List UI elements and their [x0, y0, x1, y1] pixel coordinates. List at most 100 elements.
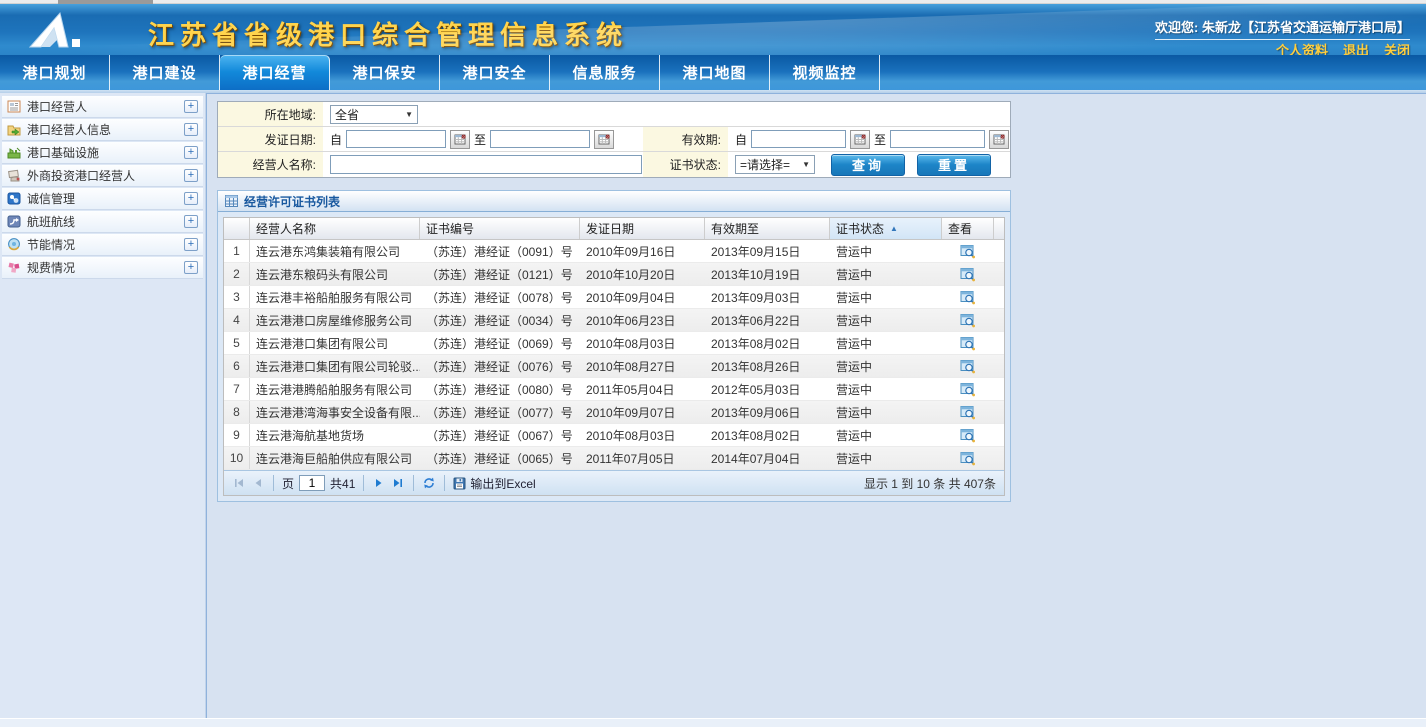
- sidebar-item-7[interactable]: 节能情况+: [2, 234, 203, 256]
- view-button[interactable]: [942, 447, 994, 469]
- table-row[interactable]: 5连云港港口集团有限公司（苏连）港经证（0069）号2010年08月03日201…: [224, 332, 1004, 355]
- table-row[interactable]: 8连云港港湾海事安全设备有限...（苏连）港经证（0077）号2010年09月0…: [224, 401, 1004, 424]
- prev-page-icon[interactable]: [251, 476, 265, 490]
- nav-tab-2[interactable]: 港口建设: [110, 55, 220, 90]
- sidebar-item-2[interactable]: 港口经营人信息+: [2, 119, 203, 141]
- last-page-icon[interactable]: [391, 476, 405, 490]
- view-button[interactable]: [942, 286, 994, 308]
- calendar-button[interactable]: [594, 130, 614, 149]
- page-number-input[interactable]: [299, 475, 325, 491]
- cell-operator-name: 连云港海航基地货场: [250, 424, 420, 446]
- nav-tab-8[interactable]: 视频监控: [770, 55, 880, 90]
- cell-operator-name: 连云港港口房屋维修服务公司: [250, 309, 420, 331]
- export-excel-button[interactable]: 输出到Excel: [453, 475, 535, 492]
- expand-plus-button[interactable]: +: [184, 192, 198, 205]
- validity-label: 有效期:: [643, 127, 728, 151]
- validity-to-input[interactable]: [890, 130, 985, 148]
- nav-tab-6[interactable]: 信息服务: [550, 55, 660, 90]
- table-row[interactable]: 4连云港港口房屋维修服务公司（苏连）港经证（0034）号2010年06月23日2…: [224, 309, 1004, 332]
- sidebar-item-4[interactable]: 外商投资港口经营人+: [2, 165, 203, 187]
- cell-cert-number: （苏连）港经证（0069）号: [420, 332, 580, 354]
- cell-operator-name: 连云港港口集团有限公司: [250, 332, 420, 354]
- footer-strip: [0, 718, 1426, 727]
- column-header-5[interactable]: 证书状态▲: [830, 218, 942, 239]
- region-select-value: 全省: [335, 106, 359, 123]
- pager-divider: [273, 475, 274, 491]
- expand-plus-button[interactable]: +: [184, 238, 198, 251]
- header-link-3[interactable]: 关闭: [1384, 40, 1410, 55]
- expand-plus-button[interactable]: +: [184, 123, 198, 136]
- sidebar-item-6[interactable]: 航班航线+: [2, 211, 203, 233]
- header-link-1[interactable]: 个人资料: [1276, 40, 1328, 55]
- sidebar-item-label: 港口基础设施: [27, 144, 99, 161]
- region-select[interactable]: 全省 ▼: [330, 105, 418, 124]
- record-count-summary: 显示 1 到 10 条 共 407条: [864, 475, 996, 492]
- refresh-icon[interactable]: [422, 476, 436, 490]
- query-button[interactable]: 查询: [831, 154, 905, 176]
- sidebar: 港口经营人+港口经营人信息+港口基础设施+外商投资港口经营人+诚信管理+航班航线…: [0, 93, 206, 718]
- sidebar-item-3[interactable]: 港口基础设施 +: [2, 142, 203, 164]
- expand-plus-button[interactable]: +: [184, 261, 198, 274]
- view-button[interactable]: [942, 378, 994, 400]
- row-number: 1: [224, 240, 250, 262]
- nav-tab-7[interactable]: 港口地图: [660, 55, 770, 90]
- validity-from-input[interactable]: [751, 130, 846, 148]
- row-number: 2: [224, 263, 250, 285]
- table-row[interactable]: 7连云港港腾船舶服务有限公司（苏连）港经证（0080）号2011年05月04日2…: [224, 378, 1004, 401]
- table-row[interactable]: 2连云港东粮码头有限公司（苏连）港经证（0121）号2010年10月20日201…: [224, 263, 1004, 286]
- column-header-1[interactable]: 经营人名称: [250, 218, 420, 239]
- next-page-icon[interactable]: [372, 476, 386, 490]
- first-page-icon[interactable]: [232, 476, 246, 490]
- issue-date-from-input[interactable]: [346, 130, 446, 148]
- cert-status-select[interactable]: =请选择= ▼: [735, 155, 815, 174]
- cell-valid-until: 2014年07月04日: [705, 447, 830, 469]
- calendar-button[interactable]: [450, 130, 470, 149]
- reset-button[interactable]: 重置: [917, 154, 991, 176]
- table-row[interactable]: 3连云港丰裕船舶服务有限公司（苏连）港经证（0078）号2010年09月04日2…: [224, 286, 1004, 309]
- cell-cert-number: （苏连）港经证（0078）号: [420, 286, 580, 308]
- sidebar-item-1[interactable]: 港口经营人+: [2, 96, 203, 118]
- header-link-2[interactable]: 退出: [1343, 40, 1369, 55]
- valid-from-label: 自: [735, 131, 747, 148]
- cell-status: 营运中: [830, 378, 942, 400]
- calendar-button[interactable]: [989, 130, 1009, 149]
- sidebar-item-5[interactable]: 诚信管理+: [2, 188, 203, 210]
- expand-plus-button[interactable]: +: [184, 100, 198, 113]
- page-label: 页: [282, 475, 294, 492]
- cell-issue-date: 2010年09月04日: [580, 286, 705, 308]
- operator-name-label: 经营人名称:: [218, 152, 323, 177]
- view-button[interactable]: [942, 263, 994, 285]
- cell-issue-date: 2011年05月04日: [580, 378, 705, 400]
- table-row[interactable]: 6连云港港口集团有限公司轮驳...（苏连）港经证（0076）号2010年08月2…: [224, 355, 1004, 378]
- calendar-button[interactable]: [850, 130, 870, 149]
- column-header-3[interactable]: 发证日期: [580, 218, 705, 239]
- issue-date-to-input[interactable]: [490, 130, 590, 148]
- nav-tab-4[interactable]: 港口保安: [330, 55, 440, 90]
- view-button[interactable]: [942, 240, 994, 262]
- main-nav: 港口规划港口建设港口经营港口保安港口安全信息服务港口地图视频监控: [0, 55, 1426, 90]
- sidebar-item-8[interactable]: 规费情况+: [2, 257, 203, 279]
- column-header-6[interactable]: 查看: [942, 218, 994, 239]
- column-header-4[interactable]: 有效期至: [705, 218, 830, 239]
- nav-tab-3[interactable]: 港口经营: [220, 55, 330, 90]
- view-button[interactable]: [942, 424, 994, 446]
- table-row[interactable]: 9连云港海航基地货场（苏连）港经证（0067）号2010年08月03日2013年…: [224, 424, 1004, 447]
- nav-tab-5[interactable]: 港口安全: [440, 55, 550, 90]
- table-row[interactable]: 10连云港海巨船舶供应有限公司（苏连）港经证（0065）号2011年07月05日…: [224, 447, 1004, 470]
- view-button[interactable]: [942, 401, 994, 423]
- table-row[interactable]: 1连云港东鸿集装箱有限公司（苏连）港经证（0091）号2010年09月16日20…: [224, 240, 1004, 263]
- expand-plus-button[interactable]: +: [184, 146, 198, 159]
- view-button[interactable]: [942, 332, 994, 354]
- view-button[interactable]: [942, 309, 994, 331]
- view-button[interactable]: [942, 355, 994, 377]
- expand-plus-button[interactable]: +: [184, 169, 198, 182]
- fee-icon: [6, 260, 22, 275]
- expand-plus-button[interactable]: +: [184, 215, 198, 228]
- row-number: 9: [224, 424, 250, 446]
- cell-cert-number: （苏连）港经证（0080）号: [420, 378, 580, 400]
- operator-name-input[interactable]: [330, 155, 642, 174]
- cell-issue-date: 2011年07月05日: [580, 447, 705, 469]
- foreign-investor-icon: [6, 168, 22, 183]
- nav-tab-1[interactable]: 港口规划: [0, 55, 110, 90]
- column-header-2[interactable]: 证书编号: [420, 218, 580, 239]
